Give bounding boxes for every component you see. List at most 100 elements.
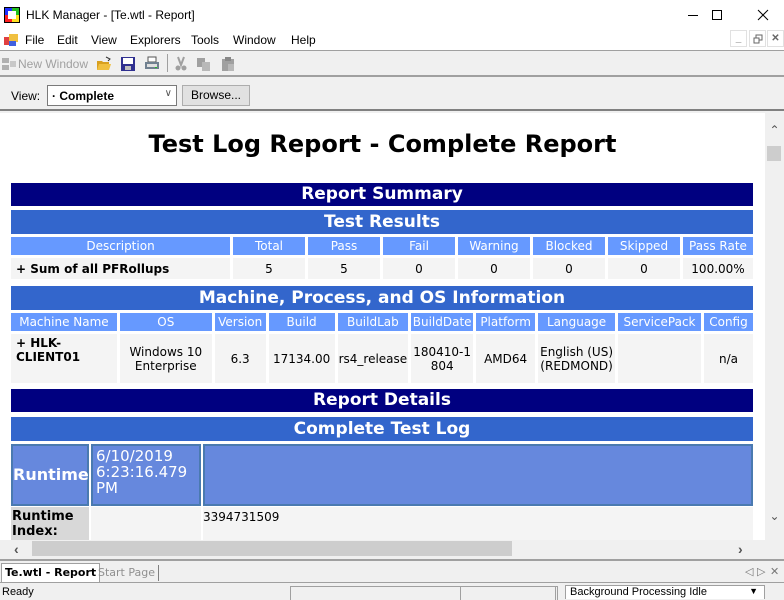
table-row: + HLK-CLIENT01 Windows 10 Enterprise 6.3… xyxy=(11,331,753,383)
col-pass-rate: Pass Rate xyxy=(683,237,753,255)
scroll-up-icon[interactable]: ⌃ xyxy=(767,123,782,138)
restore-icon xyxy=(753,34,762,43)
tab-scroll-left-icon[interactable]: ◁ xyxy=(745,565,753,578)
copy-icon[interactable] xyxy=(196,56,212,72)
cell-config: n/a xyxy=(703,331,753,383)
cell-os: Windows 10 Enterprise xyxy=(119,331,215,383)
cell-version: 6.3 xyxy=(214,331,269,383)
cell-blocked: 0 xyxy=(533,255,608,279)
col-os: OS xyxy=(119,313,215,331)
close-button[interactable] xyxy=(740,0,784,30)
horizontal-scrollbar[interactable]: ‹ › xyxy=(0,540,765,557)
document-window-icon[interactable] xyxy=(3,32,19,48)
runtime-index-label: Runtime Index: xyxy=(11,507,89,540)
col-skipped: Skipped xyxy=(608,237,683,255)
runtime-index-empty xyxy=(91,507,201,540)
vertical-scroll-thumb[interactable] xyxy=(767,146,781,161)
view-select-value: · Complete xyxy=(52,89,115,103)
test-results-header-row: Description Total Pass Fail Warning Bloc… xyxy=(11,237,753,255)
view-select[interactable]: · Complete ∨ xyxy=(47,85,177,106)
minimize-icon: _ xyxy=(735,33,742,44)
background-processing-status: Background Processing Idle xyxy=(570,586,707,598)
new-window-icon xyxy=(2,58,16,70)
scrollbar-corner xyxy=(765,540,784,557)
menu-tools[interactable]: Tools xyxy=(191,33,219,47)
mdi-close-button[interactable]: ✕ xyxy=(767,30,784,47)
chevron-down-icon: ∨ xyxy=(164,88,172,99)
paste-icon[interactable] xyxy=(220,56,236,72)
document-tab-bar: Te.wtl - Report Start Page ◁ ▷ ✕ xyxy=(0,559,784,583)
test-results-header: Test Results xyxy=(11,210,753,234)
col-total: Total xyxy=(233,237,308,255)
mdi-minimize-button[interactable]: _ xyxy=(730,30,747,47)
runtime-label: Runtime xyxy=(11,444,89,506)
print-icon[interactable] xyxy=(144,56,160,72)
vertical-scrollbar[interactable]: ⌃ ⌄ xyxy=(765,113,784,540)
runtime-index-row: Runtime Index: 3394731509 xyxy=(11,507,753,540)
col-description: Description xyxy=(11,237,233,255)
col-config: Config xyxy=(703,313,753,331)
col-version: Version xyxy=(214,313,269,331)
runtime-index-value: 3394731509 xyxy=(203,507,753,540)
machine-expand-link[interactable]: + HLK-CLIENT01 xyxy=(11,331,120,383)
scroll-right-icon[interactable]: › xyxy=(738,541,743,557)
col-blocked: Blocked xyxy=(533,237,608,255)
menu-edit[interactable]: Edit xyxy=(57,33,78,47)
menu-explorers[interactable]: Explorers xyxy=(130,33,181,47)
scroll-left-icon[interactable]: ‹ xyxy=(14,541,19,557)
close-icon xyxy=(757,9,769,21)
report-view: Test Log Report - Complete Report Report… xyxy=(0,113,765,540)
cell-language: English (US) (REDMOND) xyxy=(538,331,619,383)
tab-report[interactable]: Te.wtl - Report xyxy=(1,563,101,582)
report-title: Test Log Report - Complete Report xyxy=(148,130,617,158)
col-build: Build xyxy=(268,313,338,331)
tab-close-icon[interactable]: ✕ xyxy=(770,565,779,578)
col-servicepack: ServicePack xyxy=(618,313,704,331)
open-folder-icon[interactable] xyxy=(96,56,112,72)
tab-scroll-right-icon[interactable]: ▷ xyxy=(757,565,765,578)
save-icon[interactable] xyxy=(120,56,136,72)
background-processing-select[interactable]: Background Processing Idle ▼ xyxy=(565,585,765,599)
status-bar: Ready Background Processing Idle ▼ xyxy=(0,584,784,600)
machine-info-header-row: Machine Name OS Version Build BuildLab B… xyxy=(11,313,753,331)
menu-view[interactable]: View xyxy=(91,33,117,47)
cell-fail: 0 xyxy=(383,255,458,279)
menu-bar: File Edit View Explorers Tools Window He… xyxy=(0,30,784,50)
close-icon: ✕ xyxy=(771,33,780,44)
browse-button[interactable]: Browse... xyxy=(182,85,250,106)
horizontal-scroll-thumb[interactable] xyxy=(32,541,512,556)
machine-info-table: Machine Name OS Version Build BuildLab B… xyxy=(11,313,753,383)
col-language: Language xyxy=(538,313,619,331)
window-title: HLK Manager - [Te.wtl - Report] xyxy=(26,8,195,22)
cell-builddate: 180410-1804 xyxy=(411,331,477,383)
cell-servicepack xyxy=(618,331,704,383)
new-window-button[interactable]: New Window xyxy=(18,57,88,71)
col-builddate: BuildDate xyxy=(411,313,477,331)
runtime-value: 6/10/2019 6:23:16.479 PM xyxy=(91,444,201,506)
machine-info-header: Machine, Process, and OS Information xyxy=(11,286,753,310)
complete-test-log-header: Complete Test Log xyxy=(11,417,753,441)
toolbar: New Window xyxy=(0,50,784,77)
menu-help[interactable]: Help xyxy=(291,33,316,47)
cell-buildlab: rs4_release xyxy=(337,331,412,383)
menu-file[interactable]: File xyxy=(25,33,44,47)
cell-skipped: 0 xyxy=(608,255,683,279)
col-fail: Fail xyxy=(383,237,458,255)
scroll-down-icon[interactable]: ⌄ xyxy=(767,509,782,524)
cut-icon[interactable] xyxy=(173,56,189,72)
mdi-restore-button[interactable] xyxy=(749,30,766,47)
table-row: + Sum of all PFRollups 5 5 0 0 0 0 100.0… xyxy=(11,255,753,279)
report-details-header: Report Details xyxy=(11,389,753,412)
col-machine-name: Machine Name xyxy=(11,313,120,331)
menu-window[interactable]: Window xyxy=(233,33,276,47)
runtime-detail xyxy=(203,444,753,506)
cell-pass: 5 xyxy=(308,255,383,279)
report-summary-header: Report Summary xyxy=(11,183,753,206)
maximize-icon xyxy=(712,10,722,20)
maximize-button[interactable] xyxy=(694,0,740,30)
runtime-row: Runtime 6/10/2019 6:23:16.479 PM xyxy=(11,444,753,506)
tab-start-page[interactable]: Start Page xyxy=(95,565,159,581)
col-buildlab: BuildLab xyxy=(337,313,412,331)
rollup-expand-link[interactable]: + Sum of all PFRollups xyxy=(11,255,233,279)
status-text: Ready xyxy=(2,586,34,598)
